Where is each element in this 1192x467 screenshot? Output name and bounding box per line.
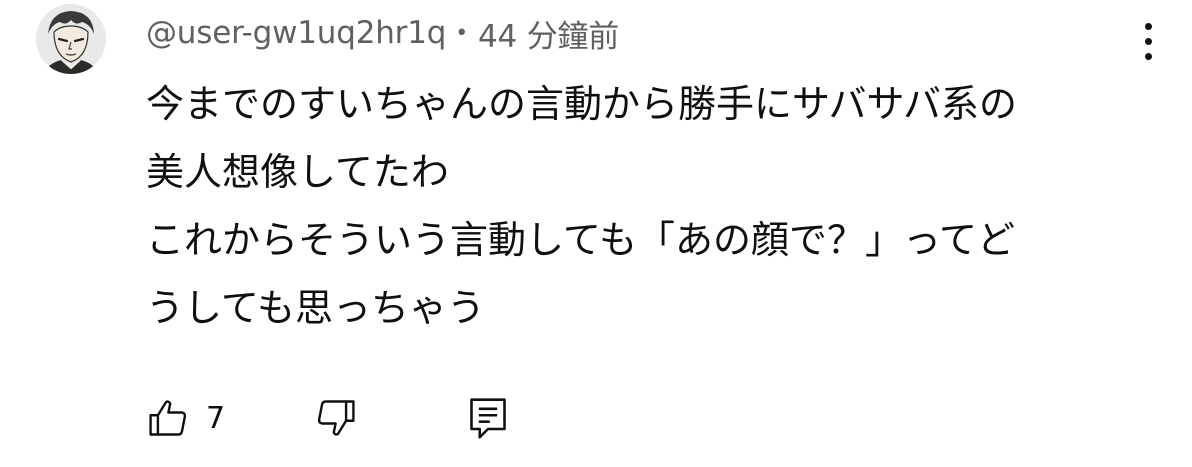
comment-text-line: 美人想像してたわ <box>146 150 449 194</box>
kebab-dot <box>1144 52 1152 60</box>
comment-actions: 7 <box>146 392 546 444</box>
avatar-image <box>36 4 106 74</box>
comment-text: 今までのすいちゃんの言動から勝手にサバサバ系の 美人想像してたわ これからそうい… <box>146 70 1136 342</box>
comment-card: @user-gw1uq2hr1q • 44 分鐘前 今までのすいちゃんの言動から… <box>0 0 1192 467</box>
reply-comment-icon <box>470 398 506 439</box>
author-name[interactable]: @user-gw1uq2hr1q <box>146 15 446 51</box>
comment-text-line: これからそういう言動しても「あの顔で？」ってど <box>146 218 1016 262</box>
comment-text-line: 今までのすいちゃんの言動から勝手にサバサバ系の <box>146 82 1017 126</box>
kebab-dot <box>1144 22 1152 30</box>
like-count: 7 <box>206 400 226 436</box>
comment-text-line: うしても思っちゃう <box>146 286 485 330</box>
meta-separator: • <box>455 20 468 46</box>
like-button[interactable]: 7 <box>146 392 225 444</box>
reply-button[interactable] <box>466 392 510 444</box>
kebab-dot <box>1144 37 1152 45</box>
thumb-up-icon <box>149 400 187 436</box>
more-vert-icon[interactable] <box>1128 14 1168 68</box>
thumb-down-icon <box>317 400 355 436</box>
comment-meta: @user-gw1uq2hr1q • 44 分鐘前 <box>146 10 619 56</box>
dislike-button[interactable] <box>314 392 358 444</box>
comment-timestamp[interactable]: 44 分鐘前 <box>478 11 619 56</box>
avatar[interactable] <box>36 4 106 74</box>
